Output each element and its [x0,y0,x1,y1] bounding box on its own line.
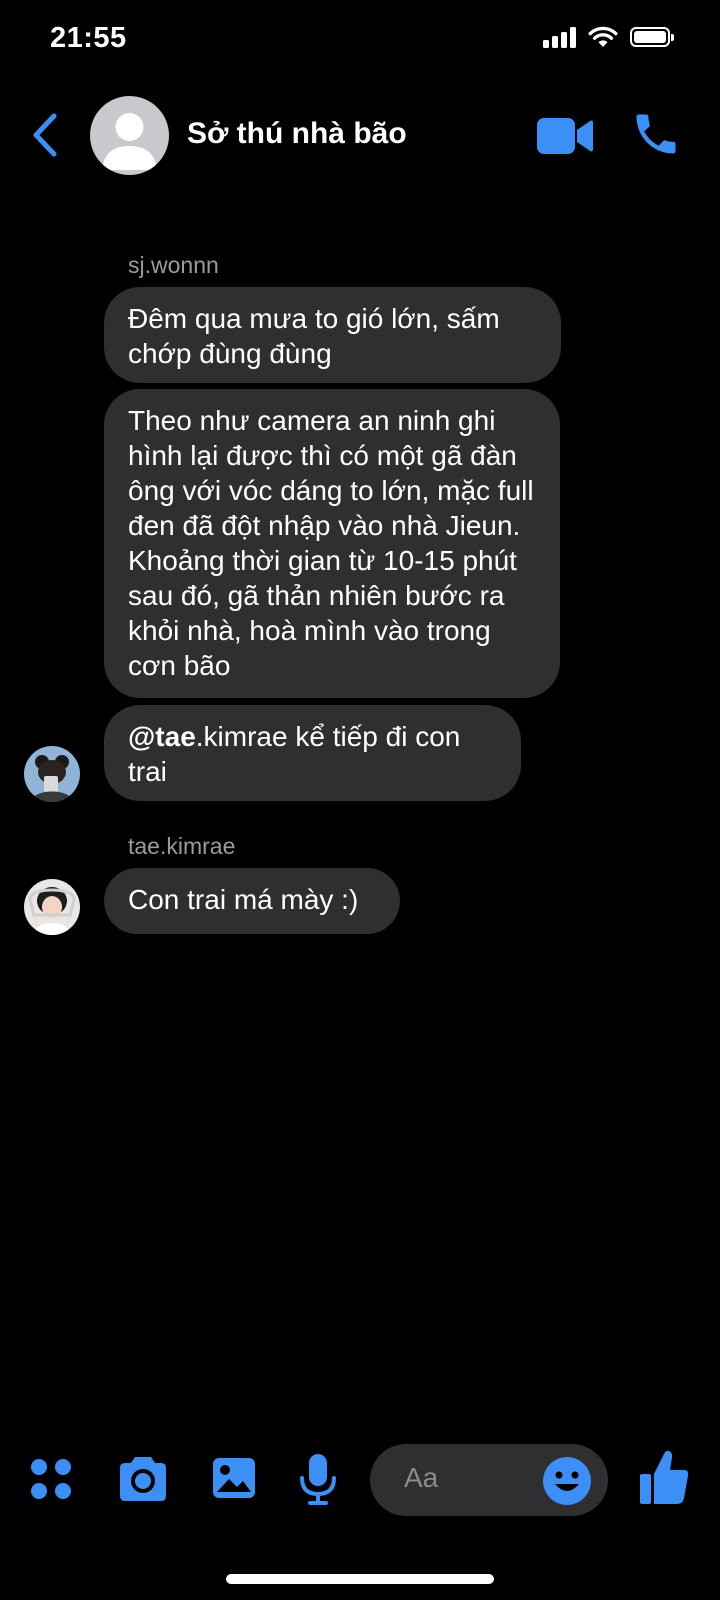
group-avatar[interactable] [90,96,169,175]
status-icons [543,26,674,48]
message-bubble-mention[interactable]: @tae.kimrae kể tiếp đi con trai [104,705,521,801]
back-button[interactable] [24,110,66,160]
sender-name: tae.kimrae [128,833,236,859]
chevron-left-icon [33,113,57,157]
video-camera-icon [537,118,593,154]
message-bubble[interactable]: Theo như camera an ninh ghi hình lại đượ… [104,389,560,698]
emoji-button[interactable] [542,1456,592,1506]
four-dots-icon [31,1459,71,1499]
user-photo-avatar [24,879,80,935]
thumbs-up-icon [640,1450,689,1504]
like-button[interactable] [638,1448,690,1508]
status-time: 21:55 [50,22,127,54]
video-call-button[interactable] [536,114,594,158]
user-photo-avatar [24,746,80,802]
message-bubble[interactable]: Con trai má mày :) [104,868,400,934]
voice-call-button[interactable] [630,108,682,160]
conversation-header: Sở thú nhà bão [0,90,720,182]
mention-tag[interactable]: @tae [128,721,196,752]
apps-button[interactable] [28,1456,74,1502]
voice-message-button[interactable] [298,1452,338,1508]
microphone-icon [300,1454,336,1505]
gallery-button[interactable] [210,1454,258,1502]
camera-button[interactable] [116,1454,170,1504]
avatar[interactable] [24,746,80,802]
smiley-icon [543,1457,591,1505]
signal-icon [543,26,576,48]
message-input[interactable]: Aa [370,1444,608,1516]
sender-name: sj.wonnn [128,252,219,278]
wifi-icon [588,26,618,47]
home-indicator[interactable] [226,1574,494,1584]
status-bar: 21:55 [0,0,720,80]
image-icon [213,1458,255,1498]
conversation-title[interactable]: Sở thú nhà bão [187,117,407,151]
message-input-placeholder: Aa [404,1462,439,1493]
composer-bar: Aa [0,1440,720,1520]
message-bubble[interactable]: Đêm qua mưa to gió lớn, sấm chớp đùng đù… [104,287,561,383]
camera-icon [120,1457,166,1501]
phone-icon [636,114,676,154]
battery-icon [630,27,674,47]
person-placeholder-icon [102,113,157,170]
avatar[interactable] [24,879,80,935]
